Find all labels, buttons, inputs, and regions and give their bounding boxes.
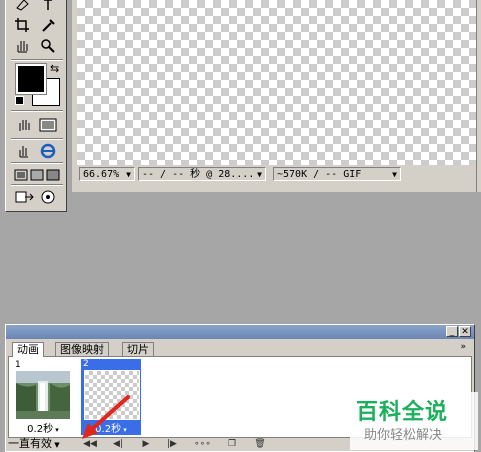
annotation-arrow-icon xyxy=(82,395,130,439)
file-size-dropdown[interactable]: ~570K / -- GIF ▼ xyxy=(273,167,401,181)
canvas-transparent-area[interactable] xyxy=(77,0,477,165)
toolbox: ⇆ xyxy=(5,0,67,212)
watermark-title: 百科全说 xyxy=(356,400,449,425)
edit-in-browser-icon[interactable] xyxy=(38,141,58,161)
swap-colors-icon[interactable]: ⇆ xyxy=(50,62,59,75)
screen-mode-icon[interactable] xyxy=(38,115,58,135)
tween-icon[interactable]: ∘∘∘ xyxy=(194,438,211,450)
watermark-subtitle: 助你轻松解决 xyxy=(364,428,443,443)
duplicate-frame-icon[interactable]: ❐ xyxy=(224,438,240,450)
panel-title-bar[interactable]: _ ✕ xyxy=(6,325,474,339)
animation-frame[interactable]: 1 0.2秒 ▾ xyxy=(13,360,73,435)
foreground-color-swatch[interactable] xyxy=(15,63,47,95)
eyedropper-tool-icon[interactable] xyxy=(38,15,58,35)
tab-animation[interactable]: 动画 xyxy=(12,342,44,357)
minimize-button[interactable]: _ xyxy=(446,326,458,337)
panel-menu-button[interactable]: » xyxy=(460,342,466,352)
zoom-level-value: 66.67% xyxy=(83,169,120,180)
preview-in-browser-icon[interactable] xyxy=(38,187,58,207)
chevron-down-icon: ▼ xyxy=(257,170,262,179)
play-icon[interactable]: ▶ xyxy=(138,438,154,450)
chevron-down-icon: ▼ xyxy=(52,441,60,449)
zoom-tool-icon[interactable] xyxy=(38,36,58,56)
next-frame-icon[interactable]: |▶ xyxy=(164,438,180,450)
document-window-border xyxy=(476,0,481,192)
frame-number: 2 xyxy=(83,359,89,369)
document-window: 66.67% ▼ -- / -- 秒 @ 28.... ▼ ~570K / -- G… xyxy=(72,0,481,192)
document-status-bar: 66.67% ▼ -- / -- 秒 @ 28.... ▼ ~570K / -- G… xyxy=(77,165,477,187)
first-frame-icon[interactable]: ◀◀ xyxy=(82,438,98,450)
hand-tool-icon[interactable] xyxy=(12,36,32,56)
quick-mask-icon[interactable] xyxy=(14,115,34,135)
download-time-value: -- / -- 秒 @ 28.... xyxy=(142,169,255,180)
chevron-down-icon: ▾ xyxy=(53,426,59,434)
chevron-down-icon: ▼ xyxy=(392,170,397,179)
loop-options-dropdown[interactable]: 一直有效 ▼ xyxy=(8,438,60,451)
frame-delay[interactable]: 0.2秒 ▾ xyxy=(13,420,73,435)
eraser-tool-icon[interactable] xyxy=(12,0,32,14)
tab-image-map[interactable]: 图像映射 xyxy=(55,342,109,357)
tab-slices[interactable]: 切片 xyxy=(122,342,154,357)
text-tool-icon[interactable] xyxy=(38,0,58,14)
delete-frame-icon[interactable]: 🗑 xyxy=(252,438,268,450)
zoom-level-dropdown[interactable]: 66.67% ▼ xyxy=(79,167,135,181)
frame-thumbnail-waterfall xyxy=(16,371,70,419)
loop-option-value: 一直有效 xyxy=(8,437,52,450)
previous-frame-icon[interactable]: ◀| xyxy=(110,438,126,450)
download-time-dropdown[interactable]: -- / -- 秒 @ 28.... ▼ xyxy=(138,167,266,181)
watermark: 百科全说 助你轻松解决 xyxy=(350,392,478,450)
frame-number: 1 xyxy=(15,360,21,370)
frame-delay-value: 0.2秒 xyxy=(27,424,54,435)
file-size-value: ~570K / -- GIF xyxy=(277,169,362,180)
jump-to-imageready-icon[interactable] xyxy=(15,187,35,207)
full-screen-mode-icon[interactable] xyxy=(43,165,63,185)
crop-tool-icon[interactable] xyxy=(12,15,32,35)
jump-hand-icon[interactable] xyxy=(14,141,34,161)
chevron-down-icon: ▼ xyxy=(126,170,131,179)
close-button[interactable]: ✕ xyxy=(459,326,471,337)
default-colors-icon[interactable] xyxy=(15,96,24,105)
